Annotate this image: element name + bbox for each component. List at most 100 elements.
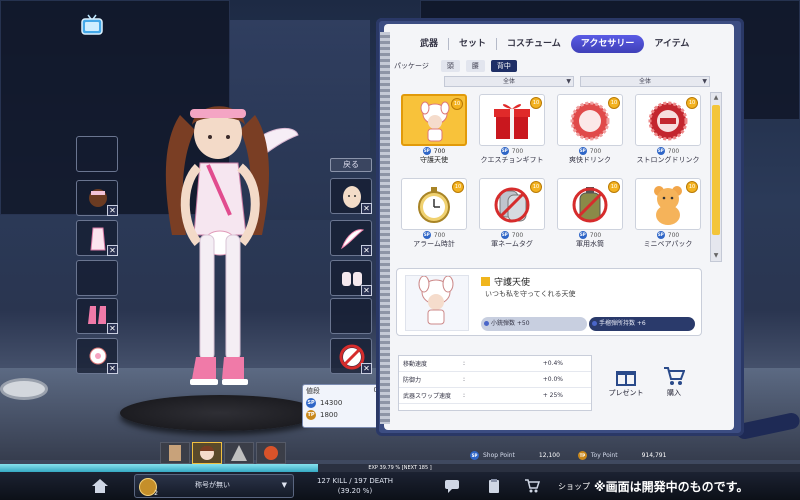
item-card[interactable]: 10 SP 700 アラーム時計 — [398, 178, 470, 254]
kill-death-ratio: (39.20 %) — [337, 487, 373, 495]
stat-row: 移動速度 : +0.4% — [399, 356, 591, 372]
item-card[interactable]: 10 SP 700 軍ネームタグ — [476, 178, 548, 254]
character-thumb[interactable] — [160, 442, 190, 464]
equip-slot-left-5[interactable]: ✕ — [76, 298, 118, 334]
character-thumb-icon — [200, 445, 214, 460]
filter-select-2[interactable]: 全体 ▼ — [580, 76, 710, 87]
subtab-waist[interactable]: 腰 — [465, 60, 485, 72]
item-detail-panel: 守護天使 いつも私を守ってくれる天使 小銃弾数 +50 手榴弾所持数 +6 — [396, 268, 702, 336]
present-label: プレゼント — [608, 389, 644, 397]
equip-slot-right-3[interactable]: ✕ — [330, 260, 372, 296]
item-scrollbar[interactable]: ▲ ▼ — [710, 92, 722, 262]
chat-icon[interactable] — [444, 478, 460, 494]
shop-menu-label[interactable]: ショップ — [558, 481, 590, 492]
alarm-clock-icon — [418, 187, 450, 223]
item-card[interactable]: 10 SP 700 ミニベアパック — [632, 178, 704, 254]
angel-icon — [418, 275, 454, 325]
shop-point: SP Shop Point 12,100 — [470, 449, 560, 461]
stat-label: 防御力 — [403, 377, 422, 384]
player-title-select[interactable]: 2 称号が無い ▼ — [134, 474, 294, 498]
toy-point-value: 914,791 — [641, 451, 667, 459]
subtab-package[interactable]: パッケージ — [394, 61, 435, 71]
present-button[interactable]: プレゼント — [606, 366, 646, 406]
sp-coin-icon: SP — [422, 147, 431, 155]
stat-row: 武器スワップ速度 : + 25% — [399, 388, 591, 404]
item-card[interactable]: 10 SP 700 クエスチョンギフト — [476, 94, 548, 170]
character-thumb[interactable] — [224, 442, 254, 464]
home-icon[interactable] — [90, 476, 110, 496]
equip-slot-right-2[interactable]: ✕ — [330, 220, 372, 256]
character-model[interactable] — [150, 85, 300, 410]
item-price: 700 — [433, 231, 446, 239]
sp-coin-icon: SP — [656, 231, 665, 239]
tab-weapon[interactable]: 武器 — [410, 35, 448, 53]
gift-icon — [494, 104, 530, 139]
tab-costume[interactable]: コスチューム — [497, 35, 571, 53]
tv-icon[interactable] — [80, 12, 104, 36]
item-name: ストロングドリンク — [636, 156, 700, 164]
sp-coin-icon: SP — [306, 398, 316, 408]
subtab-back[interactable]: 背中 — [490, 60, 517, 72]
detail-thumbnail — [405, 275, 469, 331]
tooltip-title: 値段 — [306, 387, 320, 395]
shop-cart-icon[interactable] — [524, 478, 541, 494]
purchase-actions: プレゼント 購入 — [602, 366, 698, 406]
subtab-head[interactable]: 頭 — [440, 60, 460, 72]
unequip-icon[interactable]: ✕ — [107, 245, 118, 256]
stat-value: +0.0% — [542, 376, 563, 383]
unequip-icon[interactable]: ✕ — [107, 363, 118, 374]
item-name: 守護天使 — [420, 156, 448, 164]
filter-select-1[interactable]: 全体 ▼ — [444, 76, 574, 87]
buy-button[interactable]: 購入 — [654, 366, 694, 406]
drink-cap-icon — [570, 101, 610, 141]
character-thumb[interactable] — [256, 442, 286, 464]
unequip-icon[interactable]: ✕ — [361, 203, 372, 214]
sp-coin-icon: SP — [470, 450, 479, 460]
buy-label: 購入 — [667, 389, 681, 397]
level-badge: 10 — [530, 181, 542, 193]
tape-roll — [0, 378, 48, 400]
equip-slot-left-2[interactable]: ✕ — [76, 180, 118, 216]
item-grid: 10 SP 700 守護天使 10 SP 700 クエスチョンギフト 10 SP 70… — [398, 94, 716, 264]
unequip-icon[interactable]: ✕ — [107, 205, 118, 216]
tab-set[interactable]: セット — [449, 35, 496, 53]
item-name: 爽快ドリンク — [569, 156, 611, 164]
stat-value: + 25% — [542, 392, 563, 399]
canteen-icon — [572, 187, 608, 223]
effect-grenade-count: 手榴弾所持数 +6 — [589, 317, 695, 331]
sp-coin-icon: SP — [578, 147, 587, 155]
equip-slot-right-4[interactable] — [330, 298, 372, 334]
character-thumb-selected[interactable] — [192, 442, 222, 464]
item-card[interactable]: 10 SP 700 軍用水筒 — [554, 178, 626, 254]
scroll-thumb[interactable] — [712, 105, 720, 235]
tab-accessory[interactable]: アクセサリー — [570, 35, 645, 53]
unequip-icon[interactable]: ✕ — [107, 323, 118, 334]
equip-slot-left-1[interactable] — [76, 136, 118, 172]
equip-slot-right-1[interactable]: ✕ — [330, 178, 372, 214]
item-card[interactable]: 10 SP 700 ストロングドリンク — [632, 94, 704, 170]
back-button[interactable]: 戻る — [330, 158, 372, 172]
item-price: 700 — [667, 147, 680, 155]
equip-slot-left-4[interactable] — [76, 260, 118, 296]
equip-slot-left-6[interactable]: ✕ — [76, 338, 118, 374]
clipboard-icon[interactable] — [486, 478, 502, 494]
category-tabs: 武器 セット コスチューム アクセサリー アイテム — [410, 34, 710, 54]
scroll-down-icon[interactable]: ▼ — [711, 251, 721, 261]
toy-point-label: Toy Point — [590, 451, 618, 459]
equip-slot-left-3[interactable]: ✕ — [76, 220, 118, 256]
shopping-cart-icon — [664, 367, 685, 385]
filter-value: 全体 — [502, 78, 515, 85]
tab-item[interactable]: アイテム — [644, 35, 699, 53]
item-card[interactable]: 10 SP 700 爽快ドリンク — [554, 94, 626, 170]
item-price: 700 — [511, 231, 524, 239]
character-thumb-icon — [169, 445, 181, 461]
unequip-icon[interactable]: ✕ — [361, 285, 372, 296]
kill-death-count: 127 KILL / 197 DEATH — [316, 477, 394, 485]
item-card[interactable]: 10 SP 700 守護天使 — [398, 94, 470, 170]
scroll-up-icon[interactable]: ▲ — [711, 93, 721, 103]
unequip-icon[interactable]: ✕ — [361, 363, 372, 374]
rank-icon: 2 — [139, 478, 158, 497]
book-binding — [380, 32, 390, 424]
unequip-icon[interactable]: ✕ — [361, 245, 372, 256]
equip-slot-right-5[interactable]: ✕ — [330, 338, 372, 374]
